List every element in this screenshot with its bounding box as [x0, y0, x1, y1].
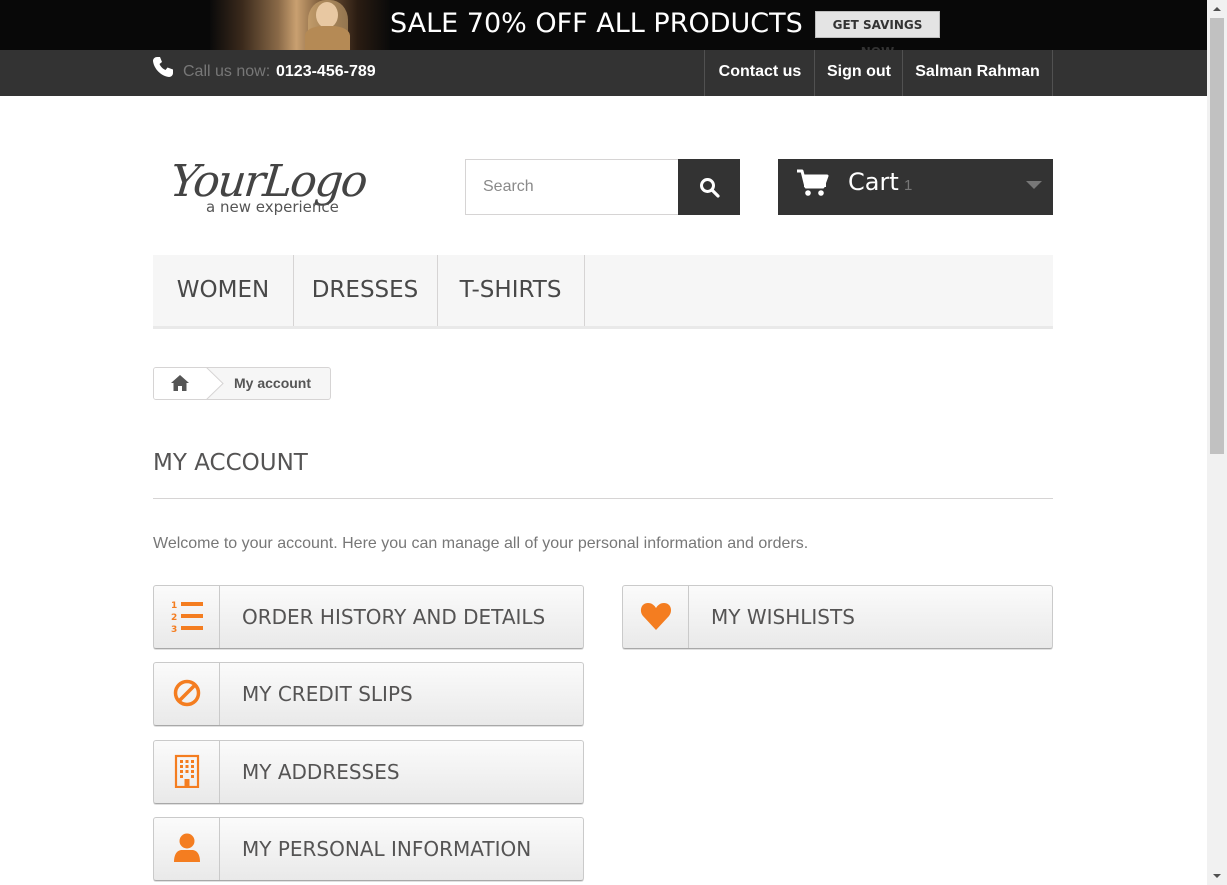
- scroll-down-arrow-icon[interactable]: [1211, 870, 1223, 882]
- scroll-up-arrow-icon[interactable]: [1211, 3, 1223, 15]
- logo-tagline: a new experience: [206, 198, 339, 216]
- search-icon: [700, 178, 720, 198]
- list-ol-icon: 1 2 3: [171, 601, 203, 633]
- welcome-text: Welcome to your account. Here you can ma…: [153, 535, 809, 552]
- credit-slips-button[interactable]: MY CREDIT SLIPS: [153, 662, 584, 726]
- page-title: MY ACCOUNT: [153, 450, 308, 476]
- svg-text:3: 3: [171, 625, 177, 633]
- search-button[interactable]: [678, 159, 740, 215]
- order-history-button[interactable]: 1 2 3 ORDER HISTORY AND DETAILS: [153, 585, 584, 649]
- title-divider: [153, 498, 1053, 499]
- menu-item-dresses[interactable]: DRESSES: [293, 255, 438, 326]
- promo-banner-headline: SALE 70% OFF ALL PRODUCTS: [390, 8, 803, 39]
- personal-information-label: MY PERSONAL INFORMATION: [242, 837, 532, 861]
- promo-banner-image: [210, 0, 390, 50]
- scrollbar-thumb[interactable]: [1210, 18, 1224, 454]
- user-icon: [174, 833, 200, 862]
- user-account-link[interactable]: Salman Rahman: [902, 50, 1053, 96]
- svg-text:1: 1: [171, 601, 177, 611]
- promo-banner[interactable]: SALE 70% OFF ALL PRODUCTS GET SAVINGS NO…: [0, 0, 1207, 59]
- menu-item-t-shirts[interactable]: T-SHIRTS: [437, 255, 585, 326]
- phone-number: 0123-456-789: [276, 63, 376, 80]
- search-input[interactable]: [465, 159, 679, 215]
- get-savings-button[interactable]: GET SAVINGS NOW: [815, 11, 940, 59]
- breadcrumb: My account: [153, 367, 331, 400]
- chevron-down-icon[interactable]: [1026, 181, 1042, 189]
- cart-label: Cart: [848, 168, 899, 196]
- order-history-label: ORDER HISTORY AND DETAILS: [242, 605, 546, 629]
- site-logo[interactable]: YourLogo a new experience: [172, 146, 402, 222]
- addresses-label: MY ADDRESSES: [242, 760, 400, 784]
- call-us-label: Call us now:: [183, 63, 271, 80]
- contact-us-link[interactable]: Contact us: [704, 50, 815, 96]
- personal-information-button[interactable]: MY PERSONAL INFORMATION: [153, 817, 584, 881]
- wishlists-button[interactable]: MY WISHLISTS: [622, 585, 1053, 649]
- addresses-button[interactable]: MY ADDRESSES: [153, 740, 584, 804]
- breadcrumb-current: My account: [234, 375, 312, 391]
- cart-icon: [797, 169, 829, 196]
- breadcrumb-separator: [199, 368, 224, 399]
- sign-out-link[interactable]: Sign out: [814, 50, 903, 96]
- svg-text:2: 2: [171, 613, 177, 623]
- home-icon: [171, 375, 189, 391]
- wishlists-label: MY WISHLISTS: [711, 605, 855, 629]
- building-icon: [174, 754, 200, 788]
- credit-slips-label: MY CREDIT SLIPS: [242, 682, 413, 706]
- menu-item-women[interactable]: WOMEN: [153, 255, 294, 326]
- phone-icon: [153, 57, 173, 77]
- cart-count: 1: [904, 177, 913, 194]
- heart-icon: [640, 603, 672, 630]
- ban-icon: [173, 679, 201, 707]
